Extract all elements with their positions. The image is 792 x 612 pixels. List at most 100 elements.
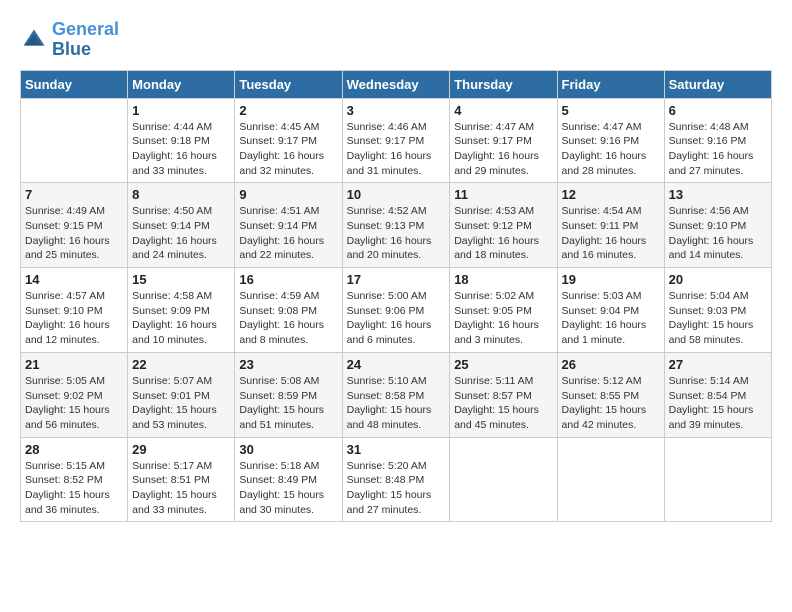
day-number: 6 [669,103,767,118]
sunset-text: Sunset: 9:16 PM [669,135,747,147]
daylight-text: Daylight: 16 hours and 24 minutes. [132,235,217,262]
day-info: Sunrise: 4:59 AM Sunset: 9:08 PM Dayligh… [239,289,337,348]
day-info: Sunrise: 5:07 AM Sunset: 9:01 PM Dayligh… [132,374,230,433]
day-info: Sunrise: 4:57 AM Sunset: 9:10 PM Dayligh… [25,289,123,348]
daylight-text: Daylight: 16 hours and 6 minutes. [347,319,432,346]
logo-text: General Blue [52,20,119,60]
sunrise-text: Sunrise: 4:58 AM [132,290,212,302]
sunset-text: Sunset: 9:03 PM [669,305,747,317]
sunrise-text: Sunrise: 4:44 AM [132,121,212,133]
daylight-text: Daylight: 16 hours and 12 minutes. [25,319,110,346]
day-number: 11 [454,187,552,202]
daylight-text: Daylight: 16 hours and 22 minutes. [239,235,324,262]
day-info: Sunrise: 4:58 AM Sunset: 9:09 PM Dayligh… [132,289,230,348]
day-info: Sunrise: 4:45 AM Sunset: 9:17 PM Dayligh… [239,120,337,179]
sunrise-text: Sunrise: 5:18 AM [239,460,319,472]
calendar-cell: 31 Sunrise: 5:20 AM Sunset: 8:48 PM Dayl… [342,437,450,522]
daylight-text: Daylight: 16 hours and 27 minutes. [669,150,754,177]
day-info: Sunrise: 4:47 AM Sunset: 9:16 PM Dayligh… [562,120,660,179]
weekday-header-wednesday: Wednesday [342,70,450,98]
sunrise-text: Sunrise: 5:11 AM [454,375,533,387]
sunset-text: Sunset: 9:02 PM [25,390,103,402]
daylight-text: Daylight: 16 hours and 28 minutes. [562,150,647,177]
calendar-cell: 30 Sunrise: 5:18 AM Sunset: 8:49 PM Dayl… [235,437,342,522]
day-info: Sunrise: 4:48 AM Sunset: 9:16 PM Dayligh… [669,120,767,179]
day-info: Sunrise: 5:05 AM Sunset: 9:02 PM Dayligh… [25,374,123,433]
sunrise-text: Sunrise: 5:02 AM [454,290,534,302]
calendar-cell [557,437,664,522]
logo-icon [20,26,48,54]
day-number: 20 [669,272,767,287]
day-number: 17 [347,272,446,287]
calendar-cell: 1 Sunrise: 4:44 AM Sunset: 9:18 PM Dayli… [128,98,235,183]
calendar-cell: 7 Sunrise: 4:49 AM Sunset: 9:15 PM Dayli… [21,183,128,268]
daylight-text: Daylight: 15 hours and 27 minutes. [347,489,432,516]
sunrise-text: Sunrise: 5:08 AM [239,375,319,387]
sunset-text: Sunset: 9:13 PM [347,220,425,232]
week-row-4: 21 Sunrise: 5:05 AM Sunset: 9:02 PM Dayl… [21,352,772,437]
sunrise-text: Sunrise: 4:50 AM [132,205,212,217]
sunrise-text: Sunrise: 5:05 AM [25,375,105,387]
weekday-header-friday: Friday [557,70,664,98]
day-number: 3 [347,103,446,118]
day-info: Sunrise: 5:03 AM Sunset: 9:04 PM Dayligh… [562,289,660,348]
day-number: 27 [669,357,767,372]
sunrise-text: Sunrise: 5:10 AM [347,375,427,387]
sunrise-text: Sunrise: 4:45 AM [239,121,319,133]
calendar-table: SundayMondayTuesdayWednesdayThursdayFrid… [20,70,772,523]
sunrise-text: Sunrise: 5:20 AM [347,460,427,472]
day-info: Sunrise: 5:14 AM Sunset: 8:54 PM Dayligh… [669,374,767,433]
day-info: Sunrise: 5:10 AM Sunset: 8:58 PM Dayligh… [347,374,446,433]
day-number: 19 [562,272,660,287]
sunrise-text: Sunrise: 5:17 AM [132,460,212,472]
day-info: Sunrise: 5:04 AM Sunset: 9:03 PM Dayligh… [669,289,767,348]
sunset-text: Sunset: 8:59 PM [239,390,317,402]
day-number: 4 [454,103,552,118]
sunset-text: Sunset: 9:10 PM [25,305,103,317]
week-row-5: 28 Sunrise: 5:15 AM Sunset: 8:52 PM Dayl… [21,437,772,522]
sunrise-text: Sunrise: 5:07 AM [132,375,212,387]
daylight-text: Daylight: 16 hours and 18 minutes. [454,235,539,262]
sunset-text: Sunset: 9:08 PM [239,305,317,317]
day-number: 25 [454,357,552,372]
sunrise-text: Sunrise: 4:51 AM [239,205,319,217]
day-info: Sunrise: 5:08 AM Sunset: 8:59 PM Dayligh… [239,374,337,433]
calendar-cell: 21 Sunrise: 5:05 AM Sunset: 9:02 PM Dayl… [21,352,128,437]
sunrise-text: Sunrise: 5:12 AM [562,375,642,387]
sunset-text: Sunset: 9:14 PM [239,220,317,232]
day-number: 5 [562,103,660,118]
sunrise-text: Sunrise: 4:53 AM [454,205,534,217]
day-info: Sunrise: 4:49 AM Sunset: 9:15 PM Dayligh… [25,204,123,263]
calendar-cell: 2 Sunrise: 4:45 AM Sunset: 9:17 PM Dayli… [235,98,342,183]
calendar-cell: 4 Sunrise: 4:47 AM Sunset: 9:17 PM Dayli… [450,98,557,183]
sunrise-text: Sunrise: 5:03 AM [562,290,642,302]
day-number: 18 [454,272,552,287]
sunrise-text: Sunrise: 5:04 AM [669,290,749,302]
sunset-text: Sunset: 8:55 PM [562,390,640,402]
calendar-cell: 28 Sunrise: 5:15 AM Sunset: 8:52 PM Dayl… [21,437,128,522]
day-number: 9 [239,187,337,202]
day-number: 14 [25,272,123,287]
day-info: Sunrise: 4:51 AM Sunset: 9:14 PM Dayligh… [239,204,337,263]
day-number: 29 [132,442,230,457]
weekday-header-saturday: Saturday [664,70,771,98]
calendar-cell: 5 Sunrise: 4:47 AM Sunset: 9:16 PM Dayli… [557,98,664,183]
calendar-cell: 13 Sunrise: 4:56 AM Sunset: 9:10 PM Dayl… [664,183,771,268]
calendar-cell: 8 Sunrise: 4:50 AM Sunset: 9:14 PM Dayli… [128,183,235,268]
daylight-text: Daylight: 16 hours and 16 minutes. [562,235,647,262]
calendar-cell: 10 Sunrise: 4:52 AM Sunset: 9:13 PM Dayl… [342,183,450,268]
day-info: Sunrise: 5:11 AM Sunset: 8:57 PM Dayligh… [454,374,552,433]
day-info: Sunrise: 5:12 AM Sunset: 8:55 PM Dayligh… [562,374,660,433]
calendar-cell: 26 Sunrise: 5:12 AM Sunset: 8:55 PM Dayl… [557,352,664,437]
calendar-cell: 9 Sunrise: 4:51 AM Sunset: 9:14 PM Dayli… [235,183,342,268]
calendar-body: 1 Sunrise: 4:44 AM Sunset: 9:18 PM Dayli… [21,98,772,522]
day-number: 10 [347,187,446,202]
calendar-cell: 16 Sunrise: 4:59 AM Sunset: 9:08 PM Dayl… [235,268,342,353]
sunrise-text: Sunrise: 4:46 AM [347,121,427,133]
weekday-header-sunday: Sunday [21,70,128,98]
calendar-cell [450,437,557,522]
day-number: 31 [347,442,446,457]
daylight-text: Daylight: 15 hours and 53 minutes. [132,404,217,431]
sunset-text: Sunset: 9:04 PM [562,305,640,317]
sunrise-text: Sunrise: 4:56 AM [669,205,749,217]
